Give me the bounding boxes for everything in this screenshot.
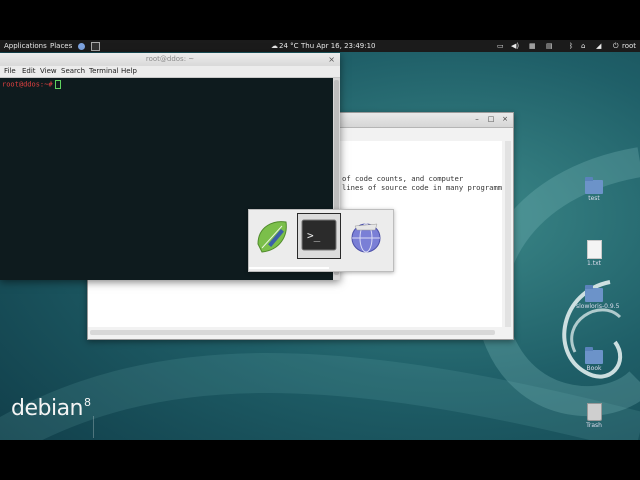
- text-cursor: [54, 80, 61, 89]
- desktop-icon-slowloris[interactable]: slowloris-0.9.5: [576, 285, 620, 310]
- desktop-icon-label: Book: [586, 365, 602, 372]
- applications-menu[interactable]: Applications: [4, 40, 47, 52]
- switcher-indicator: [249, 267, 329, 269]
- keyboard-icon[interactable]: ▦: [529, 40, 536, 52]
- close-icon[interactable]: ×: [328, 53, 335, 66]
- menu-help[interactable]: Help: [121, 66, 137, 77]
- bluetooth-icon[interactable]: ᛒ: [569, 40, 573, 52]
- terminal-launcher-icon[interactable]: [91, 40, 100, 52]
- desktop-icon-1txt[interactable]: 1.txt: [576, 240, 612, 267]
- switcher-item-text-editor[interactable]: [252, 214, 294, 258]
- letterbox-top: [0, 0, 640, 40]
- logo-divider: [93, 416, 94, 438]
- display-icon[interactable]: ▭: [497, 40, 504, 52]
- prompt-text: root@ddos:~#: [2, 80, 53, 89]
- close-icon[interactable]: ×: [500, 115, 510, 124]
- debian-version: 8: [84, 396, 91, 409]
- debian-logo: debian8: [11, 396, 91, 421]
- notification-icon[interactable]: ⌂: [581, 40, 585, 52]
- text-editor-icon: [257, 221, 287, 253]
- shell-prompt: root@ddos:~#: [2, 80, 61, 89]
- trash-icon: [586, 403, 602, 421]
- text-file-icon: [586, 240, 602, 259]
- horizontal-scrollbar[interactable]: [90, 330, 495, 335]
- desktop-icon-label: Trash: [586, 422, 602, 429]
- signal-icon[interactable]: ◢: [596, 40, 601, 52]
- top-panel: Applications Places ☁ 24 °C Thu Apr 16, …: [0, 40, 640, 52]
- user-menu[interactable]: root: [622, 40, 636, 52]
- browser-launcher-icon[interactable]: [78, 40, 85, 52]
- terminal-icon: >_: [301, 219, 337, 251]
- desktop-icon-book[interactable]: Book: [576, 347, 612, 372]
- weather-label: 24 °C: [279, 42, 299, 50]
- desktop-icon-trash[interactable]: Trash: [576, 403, 612, 429]
- network-icon[interactable]: ▤: [546, 40, 553, 52]
- menu-file[interactable]: File: [4, 66, 16, 77]
- vertical-scrollbar[interactable]: [505, 141, 511, 327]
- folder-icon: [585, 347, 603, 364]
- browser-icon: [351, 223, 381, 253]
- folder-icon: [585, 285, 603, 302]
- svg-text:>_: >_: [307, 229, 321, 242]
- folder-icon: [585, 177, 603, 194]
- weather-icon: ☁: [271, 42, 278, 50]
- desktop-icon-label: 1.txt: [587, 260, 601, 267]
- letterbox-bottom: [0, 440, 640, 480]
- desktop-icon-label: slowloris-0.9.5: [576, 303, 620, 310]
- power-icon[interactable]: ⏻: [613, 40, 619, 52]
- terminal-menubar: File Edit View Search Terminal Help: [0, 66, 340, 78]
- menu-search[interactable]: Search: [61, 66, 85, 77]
- app-switcher: >_: [248, 209, 394, 272]
- menu-terminal[interactable]: Terminal: [89, 66, 119, 77]
- debian-wordmark: debian: [11, 396, 84, 421]
- doc-line: lines of source code in many programm: [342, 183, 503, 192]
- terminal-titlebar[interactable]: root@ddos: ~ ×: [0, 53, 340, 66]
- places-menu[interactable]: Places: [50, 40, 72, 52]
- terminal-title: root@ddos: ~: [145, 55, 195, 63]
- clock[interactable]: Thu Apr 16, 23:49:10: [301, 40, 376, 52]
- doc-line: of code counts, and computer: [342, 174, 464, 183]
- minimize-icon[interactable]: –: [472, 115, 482, 124]
- menu-edit[interactable]: Edit: [22, 66, 36, 77]
- switcher-item-terminal[interactable]: >_: [297, 213, 341, 259]
- maximize-icon[interactable]: □: [486, 115, 496, 124]
- menu-view[interactable]: View: [40, 66, 57, 77]
- desktop-icon-test[interactable]: test: [576, 177, 612, 202]
- switcher-item-browser[interactable]: [345, 214, 387, 258]
- volume-icon[interactable]: ◀): [511, 40, 519, 52]
- desktop-icon-label: test: [588, 195, 600, 202]
